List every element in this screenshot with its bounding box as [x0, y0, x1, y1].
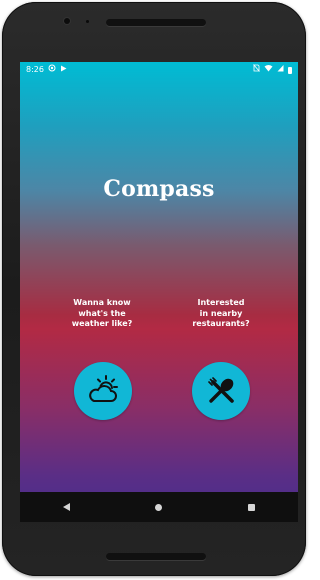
restaurants-prompt: Interested in nearby restaurants? — [192, 298, 250, 328]
play-store-icon — [60, 62, 67, 78]
home-button[interactable] — [139, 492, 179, 522]
status-left: 8:26 — [26, 62, 67, 78]
no-sim-icon — [253, 62, 260, 78]
front-camera — [64, 18, 70, 24]
weather-button[interactable] — [74, 362, 132, 420]
wifi-icon — [264, 62, 273, 78]
navigation-bar — [20, 492, 298, 522]
back-icon — [62, 503, 70, 511]
recent-apps-icon — [248, 503, 256, 511]
weather-prompt: Wanna know what's the weather like? — [71, 298, 133, 328]
back-button[interactable] — [46, 492, 86, 522]
status-bar: 8:26 — [20, 62, 298, 78]
restaurants-option: Interested in nearby restaurants? — [176, 298, 266, 332]
recent-apps-button[interactable] — [232, 492, 272, 522]
phone-frame: 8:26 Compass Wanna know what's the weath… — [2, 2, 306, 576]
battery-icon — [288, 66, 292, 74]
sync-icon — [48, 62, 56, 78]
status-time: 8:26 — [26, 65, 44, 74]
app-screen: 8:26 Compass Wanna know what's the weath… — [20, 62, 298, 522]
app-title: Compass — [103, 176, 215, 202]
top-speaker — [106, 19, 206, 26]
restaurants-button[interactable] — [192, 362, 250, 420]
weather-option: Wanna know what's the weather like? — [57, 298, 147, 332]
restaurant-icon — [208, 377, 234, 403]
weather-icon — [89, 375, 118, 402]
status-right — [253, 62, 292, 78]
signal-icon — [277, 62, 284, 78]
bottom-speaker — [106, 553, 206, 560]
proximity-sensor — [86, 20, 89, 23]
home-icon — [155, 503, 163, 511]
